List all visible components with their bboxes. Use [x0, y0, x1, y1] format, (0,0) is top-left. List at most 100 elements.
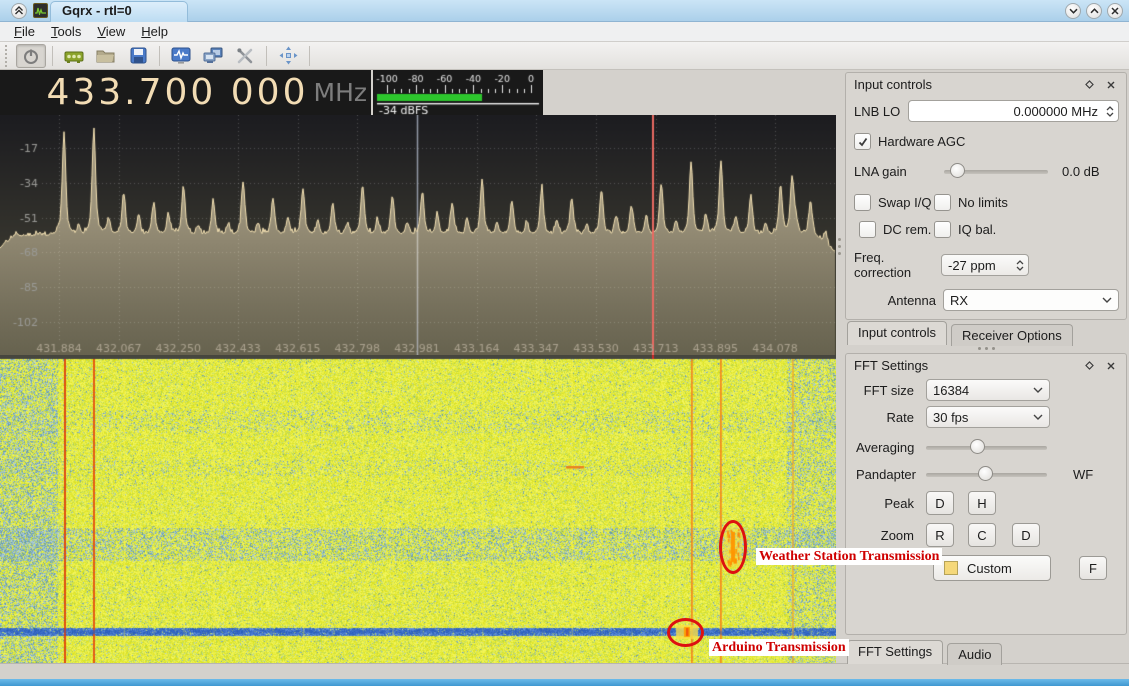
- save-icon: [130, 47, 146, 64]
- float-dock-button[interactable]: [1082, 359, 1096, 373]
- menu-view[interactable]: View: [89, 23, 133, 40]
- zoom-demod-button[interactable]: D: [1012, 523, 1040, 547]
- remote-control-button[interactable]: [198, 44, 228, 68]
- pandapter-label: Pandapter: [856, 466, 916, 482]
- swap-iq-label: Swap I/Q: [878, 195, 932, 210]
- tools-icon: [237, 47, 253, 63]
- averaging-label: Averaging: [856, 439, 915, 455]
- close-dock-button[interactable]: [1104, 359, 1118, 373]
- right-panel: Input controls LNB LO 0.000000 MHz Hardw…: [843, 70, 1129, 665]
- io-devices-button[interactable]: [59, 44, 89, 68]
- gqrx-window: Gqrx - rtl=0 File Tools View Help 433.70…: [0, 0, 1129, 686]
- pandapter-slider[interactable]: [926, 466, 1047, 482]
- menu-tools[interactable]: Tools: [43, 23, 89, 40]
- hardware-agc-checkbox[interactable]: [854, 133, 871, 150]
- window-title: Gqrx - rtl=0: [62, 3, 132, 18]
- tools-button[interactable]: [230, 44, 260, 68]
- maximize-button[interactable]: [1086, 2, 1102, 19]
- peak-detect-button[interactable]: D: [926, 491, 954, 515]
- dc-rem-label: DC rem.: [883, 222, 932, 237]
- antenna-combo[interactable]: RX: [943, 289, 1119, 311]
- dc-rem-checkbox[interactable]: [859, 221, 876, 238]
- open-file-button[interactable]: [91, 44, 121, 68]
- spectrum-plot[interactable]: [0, 115, 836, 355]
- freq-correction-label: Freq. correction: [854, 250, 912, 280]
- color-swatch: [944, 561, 958, 575]
- fft-settings-title: FFT Settings: [854, 358, 929, 373]
- dock-tabbar-top: Input controls Receiver Options: [845, 320, 1127, 346]
- menu-help[interactable]: Help: [133, 23, 176, 40]
- iq-bal-checkbox[interactable]: [934, 221, 951, 238]
- averaging-slider[interactable]: [926, 439, 1047, 455]
- color-scheme-button[interactable]: Custom: [933, 555, 1051, 581]
- no-limits-checkbox[interactable]: [934, 194, 951, 211]
- float-icon: [1084, 361, 1094, 370]
- fullscreen-button[interactable]: F: [1079, 556, 1107, 580]
- tab-fft-settings[interactable]: FFT Settings: [847, 640, 944, 664]
- chevron-down-icon: [1068, 8, 1078, 14]
- close-button[interactable]: [1107, 2, 1123, 19]
- tab-receiver-options[interactable]: Receiver Options: [951, 324, 1073, 346]
- toolbar-drag-handle[interactable]: [5, 44, 12, 67]
- menu-file[interactable]: File: [6, 23, 43, 40]
- tab-input-controls[interactable]: Input controls: [847, 321, 948, 345]
- iq-bal-label: IQ bal.: [958, 222, 997, 237]
- weather-station-label: Weather Station Transmission: [756, 548, 943, 565]
- title-bar[interactable]: Gqrx - rtl=0: [0, 0, 1129, 22]
- close-icon: [1107, 81, 1115, 88]
- weather-station-ellipse: [719, 520, 747, 574]
- float-icon: [1084, 80, 1094, 89]
- tab-audio[interactable]: Audio: [947, 643, 1003, 665]
- zoom-reset-button[interactable]: R: [926, 523, 954, 547]
- chevron-up-icon: [1089, 7, 1099, 13]
- antenna-label: Antenna: [887, 292, 936, 308]
- zoom-center-button[interactable]: C: [968, 523, 996, 547]
- peak-label: Peak: [884, 495, 914, 511]
- fft-settings-dock: FFT Settings FFT size 16384 Rate 30 fps …: [845, 353, 1127, 635]
- spinner-arrows-icon[interactable]: [1012, 259, 1028, 271]
- chevron-down-icon: [1033, 414, 1043, 420]
- power-icon: [24, 49, 38, 64]
- frequency-digits[interactable]: 433.700 000: [46, 74, 308, 111]
- zoom-label: Zoom: [880, 527, 914, 543]
- lnb-lo-spinbox[interactable]: 0.000000 MHz: [908, 100, 1119, 122]
- lna-gain-label: LNA gain: [854, 163, 907, 179]
- arduino-label: Arduino Transmission: [709, 639, 849, 656]
- rate-combo[interactable]: 30 fps: [926, 406, 1050, 428]
- double-chevron-up-icon: [15, 6, 23, 15]
- start-dsp-button[interactable]: [166, 44, 196, 68]
- app-icon: [33, 3, 48, 18]
- save-file-button[interactable]: [123, 44, 153, 68]
- frequency-unit: MHz: [313, 78, 368, 107]
- fft-size-combo[interactable]: 16384: [926, 379, 1050, 401]
- power-button[interactable]: [16, 43, 46, 68]
- chevron-down-icon: [1033, 387, 1043, 393]
- pan-arrows-icon: [279, 46, 297, 65]
- no-limits-label: No limits: [958, 195, 1008, 210]
- menu-bar: File Tools View Help: [0, 22, 1129, 42]
- lnb-lo-label: LNB LO: [854, 103, 901, 119]
- peak-hold-button[interactable]: H: [968, 491, 996, 515]
- minimize-button[interactable]: [1065, 2, 1081, 19]
- pan-button[interactable]: [273, 44, 303, 68]
- spinner-arrows-icon[interactable]: [1102, 105, 1118, 117]
- panel-splitter[interactable]: [836, 70, 843, 663]
- shade-button[interactable]: [11, 2, 27, 19]
- arduino-ellipse: [667, 618, 704, 647]
- close-dock-button[interactable]: [1104, 78, 1118, 92]
- float-dock-button[interactable]: [1082, 78, 1096, 92]
- frequency-display[interactable]: 433.700 000 MHz: [0, 70, 371, 115]
- input-controls-title: Input controls: [854, 77, 933, 92]
- waterfall-display[interactable]: [0, 355, 836, 663]
- chevron-down-icon: [1102, 297, 1112, 303]
- swap-iq-checkbox[interactable]: [854, 194, 871, 211]
- status-bar: [0, 663, 1129, 679]
- close-icon: [1111, 6, 1119, 15]
- checkmark-icon: [858, 137, 867, 146]
- dock-tabbar-bottom: FFT Settings Audio: [845, 640, 1127, 665]
- signal-meter-canvas: [373, 70, 543, 115]
- hardware-agc-label: Hardware AGC: [878, 134, 966, 149]
- lna-gain-slider[interactable]: [944, 163, 1048, 179]
- fft-size-label: FFT size: [863, 382, 914, 398]
- freq-correction-spinbox[interactable]: -27 ppm: [941, 254, 1029, 276]
